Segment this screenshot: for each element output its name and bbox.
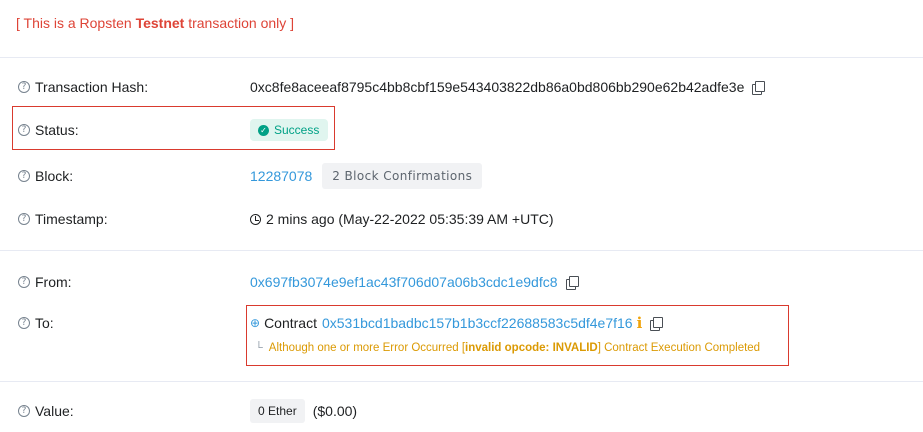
status-highlight-box bbox=[12, 106, 335, 150]
from-address-link[interactable]: 0x697fb3074e9ef1ac43f706d07a06b3cdc1e9df… bbox=[250, 274, 558, 290]
block-confirmations-badge: 2 Block Confirmations bbox=[322, 163, 483, 189]
notice-suffix: transaction only ] bbox=[184, 15, 295, 31]
question-circle-icon[interactable]: ? bbox=[18, 213, 30, 225]
copy-icon[interactable] bbox=[752, 80, 766, 95]
block-number-link[interactable]: 12287078 bbox=[250, 168, 312, 184]
label-value: Value: bbox=[35, 403, 74, 419]
label-transaction-hash: Transaction Hash: bbox=[35, 79, 149, 95]
transaction-hash-value: 0xc8fe8aceeaf8795c4bb8cbf159e543403822db… bbox=[250, 79, 745, 95]
notice-prefix: [ This is a Ropsten bbox=[16, 15, 136, 31]
testnet-notice: [ This is a Ropsten Testnet transaction … bbox=[16, 15, 294, 31]
row-from: ? From: 0x697fb3074e9ef1ac43f706d07a06b3… bbox=[0, 269, 923, 295]
clock-icon bbox=[250, 213, 261, 225]
divider bbox=[0, 250, 923, 251]
question-circle-icon[interactable]: ? bbox=[18, 276, 30, 288]
timestamp-value: 2 mins ago (May-22-2022 05:35:39 AM +UTC… bbox=[266, 211, 554, 227]
notice-testnet: Testnet bbox=[135, 15, 185, 31]
copy-icon[interactable] bbox=[565, 275, 579, 290]
label-timestamp: Timestamp: bbox=[35, 211, 108, 227]
question-circle-icon[interactable]: ? bbox=[18, 405, 30, 417]
row-transaction-hash: ? Transaction Hash: 0xc8fe8aceeaf8795c4b… bbox=[0, 74, 923, 100]
row-block: ? Block: 12287078 2 Block Confirmations bbox=[0, 163, 923, 189]
question-circle-icon[interactable]: ? bbox=[18, 81, 30, 93]
row-timestamp: ? Timestamp: 2 mins ago (May-22-2022 05:… bbox=[0, 206, 923, 232]
question-circle-icon[interactable]: ? bbox=[18, 317, 30, 329]
label-to: To: bbox=[35, 315, 54, 331]
question-circle-icon[interactable]: ? bbox=[18, 170, 30, 182]
label-from: From: bbox=[35, 274, 72, 290]
label-block: Block: bbox=[35, 168, 74, 184]
usd-value: ($0.00) bbox=[312, 403, 358, 419]
row-value: ? Value: 0 Ether ($0.00) bbox=[0, 398, 923, 424]
to-highlight-box bbox=[246, 305, 789, 366]
divider bbox=[0, 57, 923, 58]
divider bbox=[0, 381, 923, 382]
ether-amount-badge: 0 Ether bbox=[250, 399, 305, 423]
